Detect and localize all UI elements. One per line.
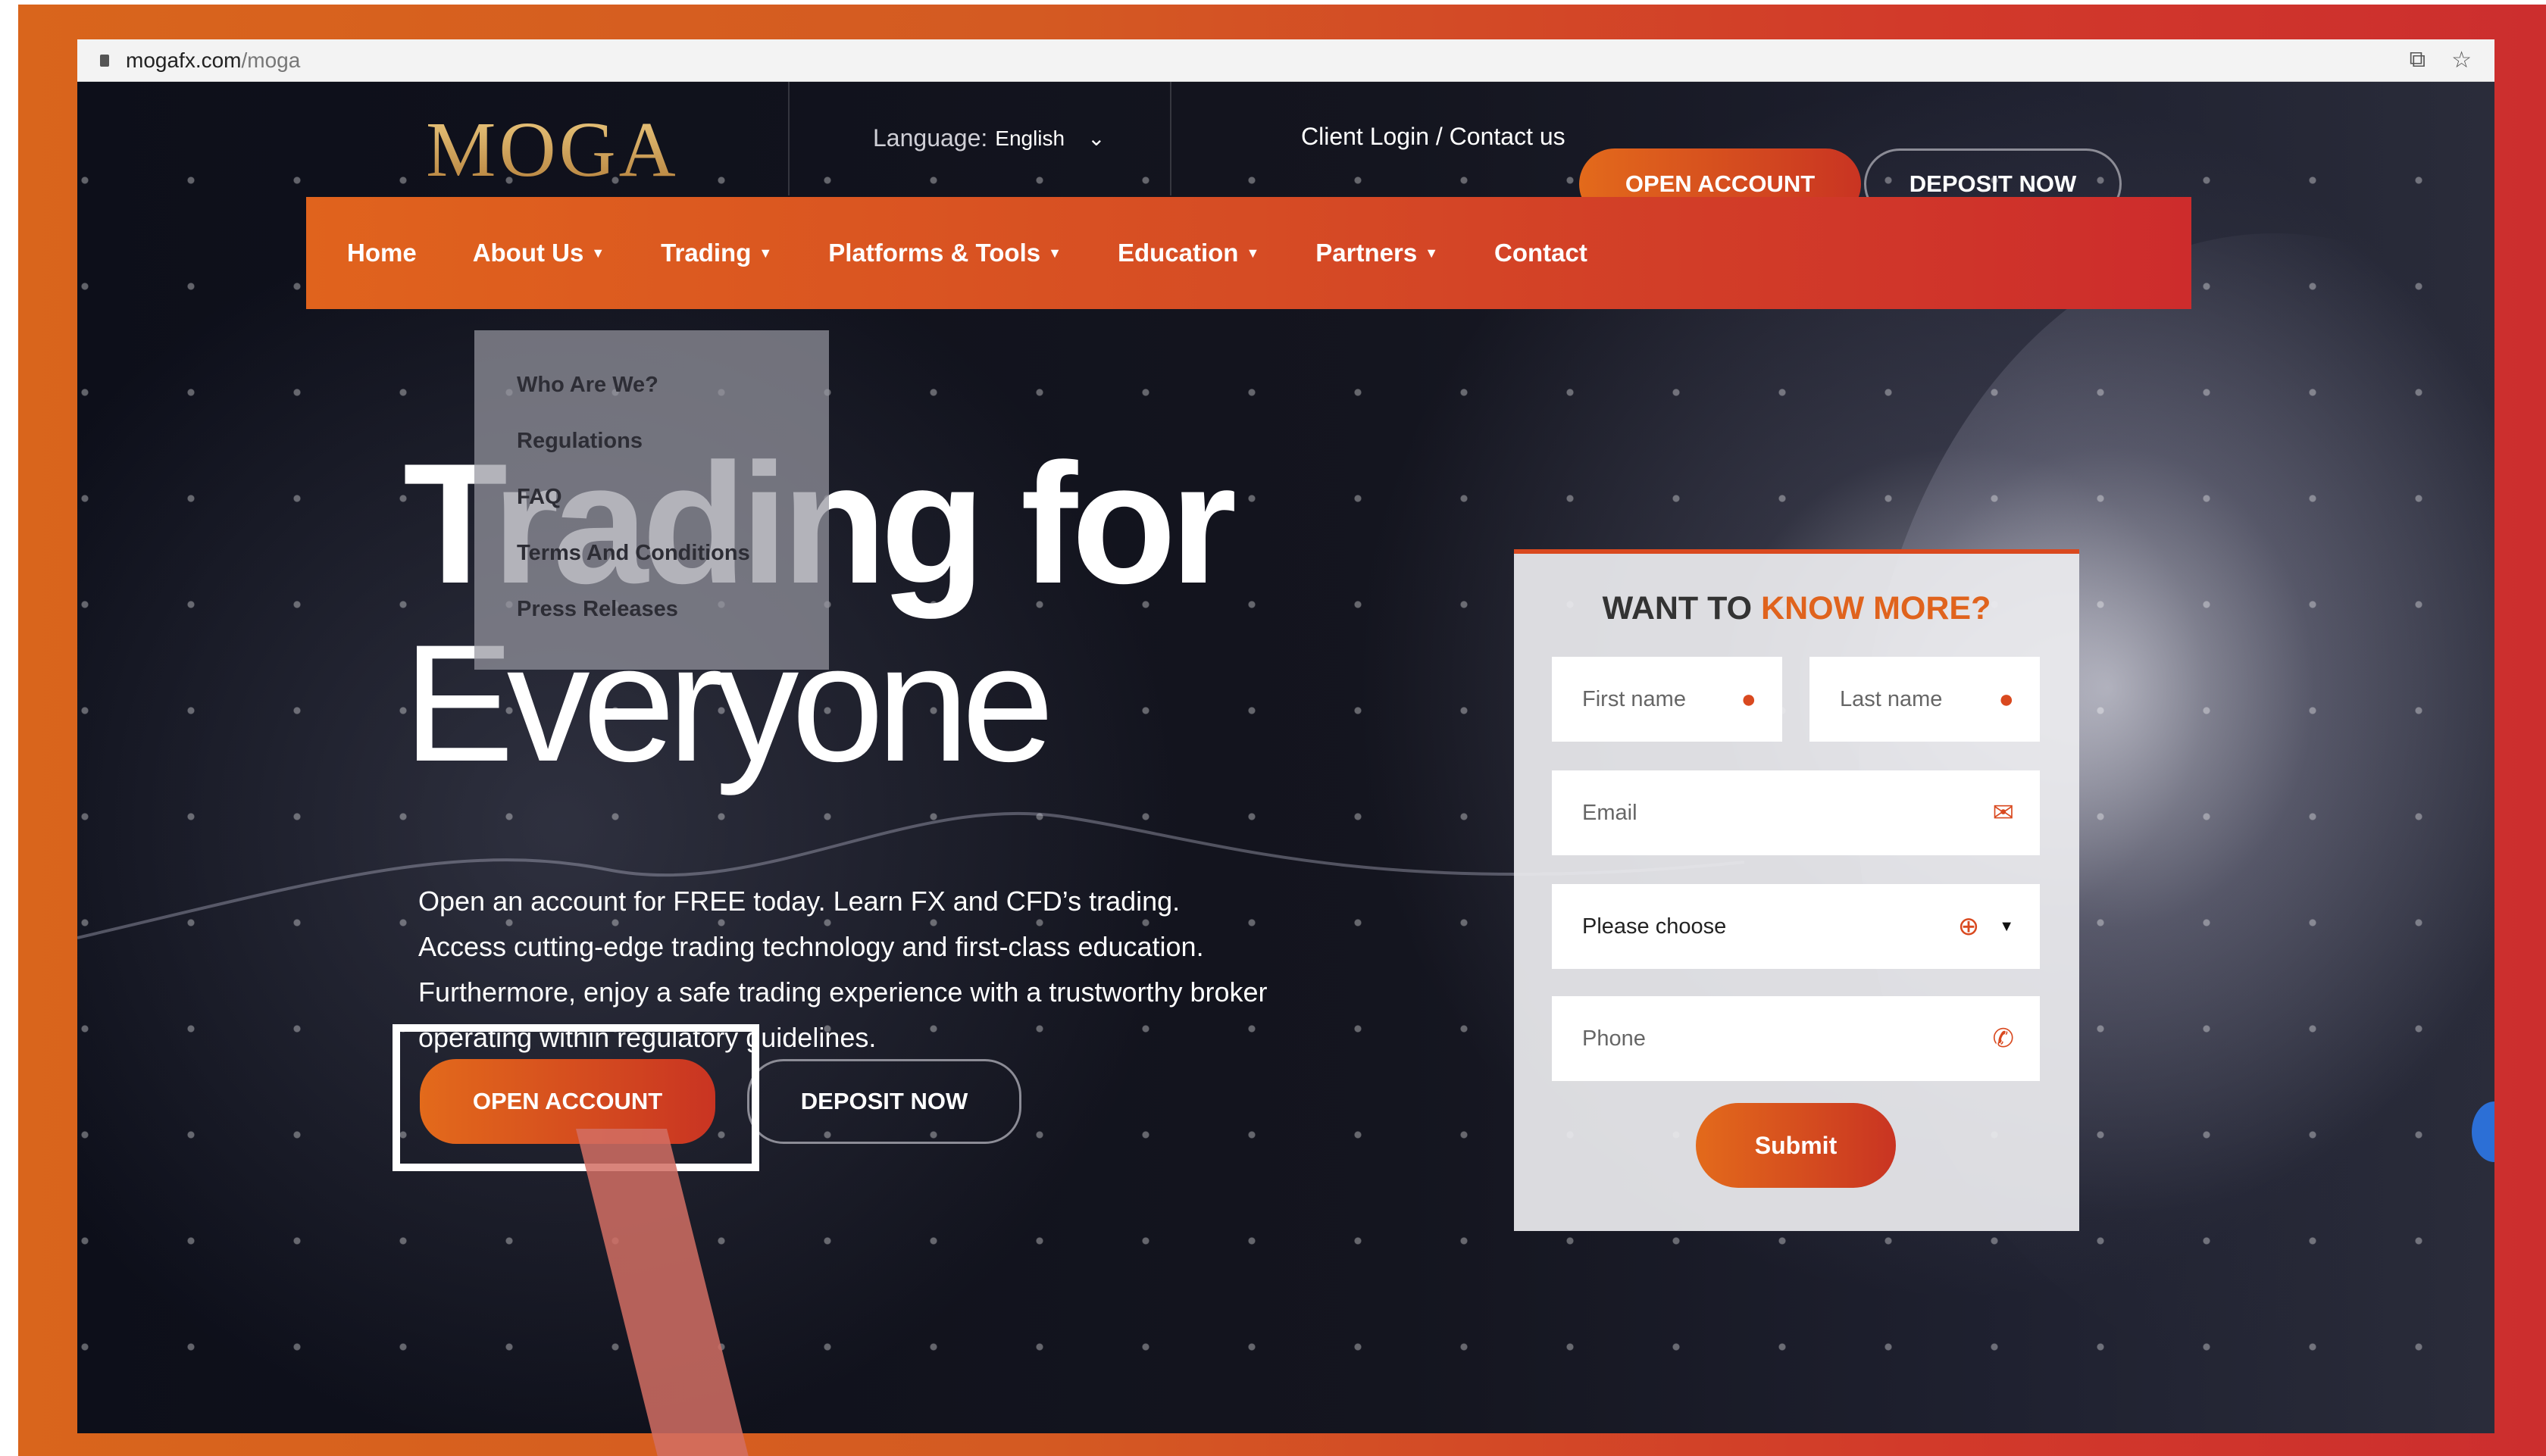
chevron-down-icon: ⌄ (1087, 127, 1106, 150)
nav-contact[interactable]: Contact (1494, 239, 1587, 267)
dropdown-item-faq[interactable]: FAQ (517, 485, 829, 541)
hero-deposit-now-button[interactable]: DEPOSIT NOW (747, 1059, 1021, 1144)
lock-icon (100, 54, 109, 67)
url-host: mogafx.com (126, 48, 242, 72)
language-label: Language: (873, 124, 988, 152)
language-value: English (995, 126, 1065, 150)
caret-down-icon: ▼ (1048, 245, 1062, 261)
phone-icon: ✆ (1992, 1024, 2015, 1053)
bookmark-star-icon[interactable]: ☆ (2451, 47, 2472, 73)
submit-button[interactable]: Submit (1696, 1103, 1896, 1188)
nav-home[interactable]: Home (347, 239, 417, 267)
header-divider (788, 82, 790, 195)
about-us-dropdown: Who Are We? Regulations FAQ Terms And Co… (474, 330, 829, 670)
url-path: /moga (241, 48, 301, 72)
nav-about-us[interactable]: About Us ▼ (473, 239, 605, 267)
client-login-link[interactable]: Client Login / Contact us (1301, 123, 1565, 151)
nav-partners[interactable]: Partners ▼ (1315, 239, 1438, 267)
dropdown-arrow-icon: ▼ (1999, 917, 2014, 935)
form-title: WANT TO KNOW MORE? (1602, 590, 1991, 626)
phone-field[interactable]: Phone ✆ (1552, 996, 2040, 1081)
annotation-highlight-box (393, 1024, 759, 1171)
nav-platforms-tools[interactable]: Platforms & Tools ▼ (828, 239, 1062, 267)
caret-down-icon: ▼ (1425, 245, 1439, 261)
caret-down-icon: ▼ (758, 245, 773, 261)
site-page: MOGA Language: English ⌄ Client Login / … (77, 82, 2494, 1433)
nav-education[interactable]: Education ▼ (1118, 239, 1259, 267)
dropdown-item-who-are-we[interactable]: Who Are We? (517, 373, 829, 429)
dropdown-item-regulations[interactable]: Regulations (517, 429, 829, 485)
moga-logo[interactable]: MOGA (426, 105, 679, 195)
caret-down-icon: ▼ (1246, 245, 1260, 261)
caret-down-icon: ▼ (591, 245, 605, 261)
user-icon: ● (1741, 684, 1756, 714)
envelope-icon: ✉ (1992, 798, 2015, 827)
dropdown-item-press-releases[interactable]: Press Releases (517, 597, 829, 653)
first-name-field[interactable]: First name ● (1552, 657, 1782, 742)
nav-trading[interactable]: Trading ▼ (661, 239, 772, 267)
header-divider (1170, 82, 1171, 195)
country-select[interactable]: Please choose ⊕ ▼ (1552, 884, 2040, 969)
language-selector[interactable]: Language: English ⌄ (873, 124, 1106, 152)
main-nav: Home About Us ▼ Trading ▼ Platforms & Tool… (306, 197, 2191, 309)
email-field[interactable]: Email ✉ (1552, 770, 2040, 855)
address-bar[interactable]: mogafx.com/moga ⧉ ☆ (77, 39, 2494, 82)
user-icon: ● (1998, 684, 2014, 714)
lead-form: WANT TO KNOW MORE? First name ● Last nam… (1514, 549, 2079, 1231)
globe-icon: ⊕ (1957, 912, 1980, 941)
translate-icon[interactable]: ⧉ (2410, 47, 2426, 73)
dropdown-item-terms[interactable]: Terms And Conditions (517, 541, 829, 597)
last-name-field[interactable]: Last name ● (1809, 657, 2040, 742)
browser-window: mogafx.com/moga ⧉ ☆ MOGA Language: Engli… (77, 39, 2494, 1433)
